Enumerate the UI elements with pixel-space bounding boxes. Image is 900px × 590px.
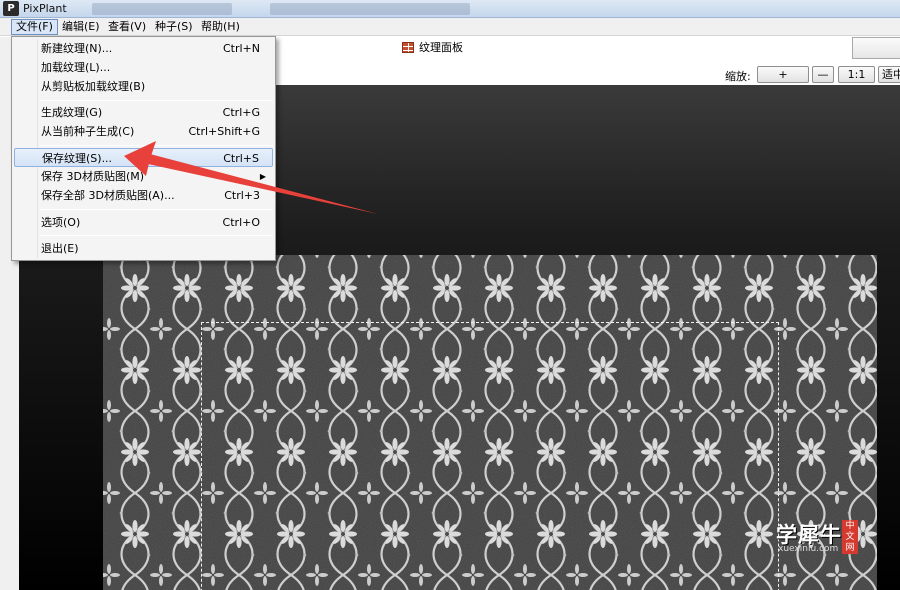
menu-item-shortcut: Ctrl+N bbox=[222, 42, 260, 55]
menu-item-shortcut: Ctrl+O bbox=[222, 216, 260, 229]
menu-item-shortcut: Ctrl+S bbox=[223, 152, 259, 165]
menu-item-label: 选项(O) bbox=[41, 216, 81, 229]
menu-separator bbox=[40, 145, 273, 146]
zoom-fit-button[interactable]: 适中 bbox=[878, 66, 900, 83]
window-title: PixPlant bbox=[23, 2, 67, 15]
texture-panel-title: 纹理面板 bbox=[419, 41, 463, 54]
menu-item-load-from-clipboard[interactable]: 从剪贴板加载纹理(B) bbox=[14, 77, 273, 96]
zoom-out-button[interactable]: — bbox=[812, 66, 834, 83]
zoom-label: 缩放: bbox=[725, 70, 751, 83]
menu-item-shortcut: Ctrl+3 bbox=[224, 189, 260, 202]
menu-item-exit[interactable]: 退出(E) bbox=[14, 239, 273, 258]
menu-item-label: 退出(E) bbox=[41, 242, 79, 255]
title-bar: P PixPlant bbox=[0, 0, 900, 18]
menu-item-save-3d-material-maps[interactable]: 保存 3D材质贴图(M) ▶ bbox=[14, 167, 273, 186]
background-window-tab bbox=[270, 3, 470, 15]
menu-edit[interactable]: 编辑(E) bbox=[58, 19, 104, 35]
menu-item-generate-texture[interactable]: 生成纹理(G) Ctrl+G bbox=[14, 103, 273, 122]
watermark-url: xuexiniu.com bbox=[778, 544, 839, 554]
zoom-in-button[interactable]: + bbox=[757, 66, 809, 83]
menu-view[interactable]: 查看(V) bbox=[104, 19, 150, 35]
menu-item-options[interactable]: 选项(O) Ctrl+O bbox=[14, 213, 273, 232]
menu-item-label: 保存 3D材质贴图(M) bbox=[41, 170, 145, 183]
menu-item-new-texture[interactable]: 新建纹理(N)... Ctrl+N bbox=[14, 39, 273, 58]
menu-item-label: 生成纹理(G) bbox=[41, 106, 103, 119]
menu-item-shortcut: Ctrl+G bbox=[222, 106, 260, 119]
menu-seed[interactable]: 种子(S) bbox=[151, 19, 197, 35]
zoom-actual-size-button[interactable]: 1:1 bbox=[838, 66, 875, 83]
menu-item-label: 保存纹理(S)... bbox=[42, 152, 113, 165]
watermark-badge: 中文网 bbox=[842, 520, 858, 554]
menu-help[interactable]: 帮助(H) bbox=[197, 19, 244, 35]
menu-separator bbox=[40, 100, 273, 101]
background-window-tab bbox=[92, 3, 232, 15]
menu-item-label: 加载纹理(L)... bbox=[41, 61, 111, 74]
site-watermark: 学犀牛 xuexiniu.com 中文网 bbox=[776, 519, 862, 559]
menu-item-save-texture[interactable]: 保存纹理(S)... Ctrl+S bbox=[14, 148, 273, 167]
panel-toolbar-button[interactable] bbox=[852, 37, 900, 59]
menu-file[interactable]: 文件(F) bbox=[11, 19, 58, 35]
tile-selection-rectangle[interactable] bbox=[201, 322, 779, 590]
menu-item-label: 新建纹理(N)... bbox=[41, 42, 113, 55]
texture-panel-icon bbox=[402, 41, 414, 53]
menu-separator bbox=[40, 209, 273, 210]
submenu-arrow-icon: ▶ bbox=[259, 172, 266, 181]
texture-image[interactable] bbox=[103, 255, 877, 590]
menu-item-generate-from-seed[interactable]: 从当前种子生成(C) Ctrl+Shift+G bbox=[14, 122, 273, 141]
menu-item-label: 从当前种子生成(C) bbox=[41, 125, 135, 138]
menu-item-label: 保存全部 3D材质贴图(A)... bbox=[41, 189, 175, 202]
menu-bar: 文件(F) 编辑(E) 查看(V) 种子(S) 帮助(H) bbox=[0, 18, 900, 36]
file-menu-dropdown: 新建纹理(N)... Ctrl+N 加载纹理(L)... 从剪贴板加载纹理(B)… bbox=[11, 36, 276, 261]
pixplant-app-icon: P bbox=[3, 1, 19, 16]
menu-item-save-all-3d-material-maps[interactable]: 保存全部 3D材质贴图(A)... Ctrl+3 bbox=[14, 186, 273, 205]
menu-item-load-texture[interactable]: 加载纹理(L)... bbox=[14, 58, 273, 77]
menu-item-label: 从剪贴板加载纹理(B) bbox=[41, 80, 146, 93]
menu-item-shortcut: Ctrl+Shift+G bbox=[188, 125, 260, 138]
menu-separator bbox=[40, 235, 273, 236]
texture-panel-title-group: 纹理面板 bbox=[402, 40, 463, 54]
